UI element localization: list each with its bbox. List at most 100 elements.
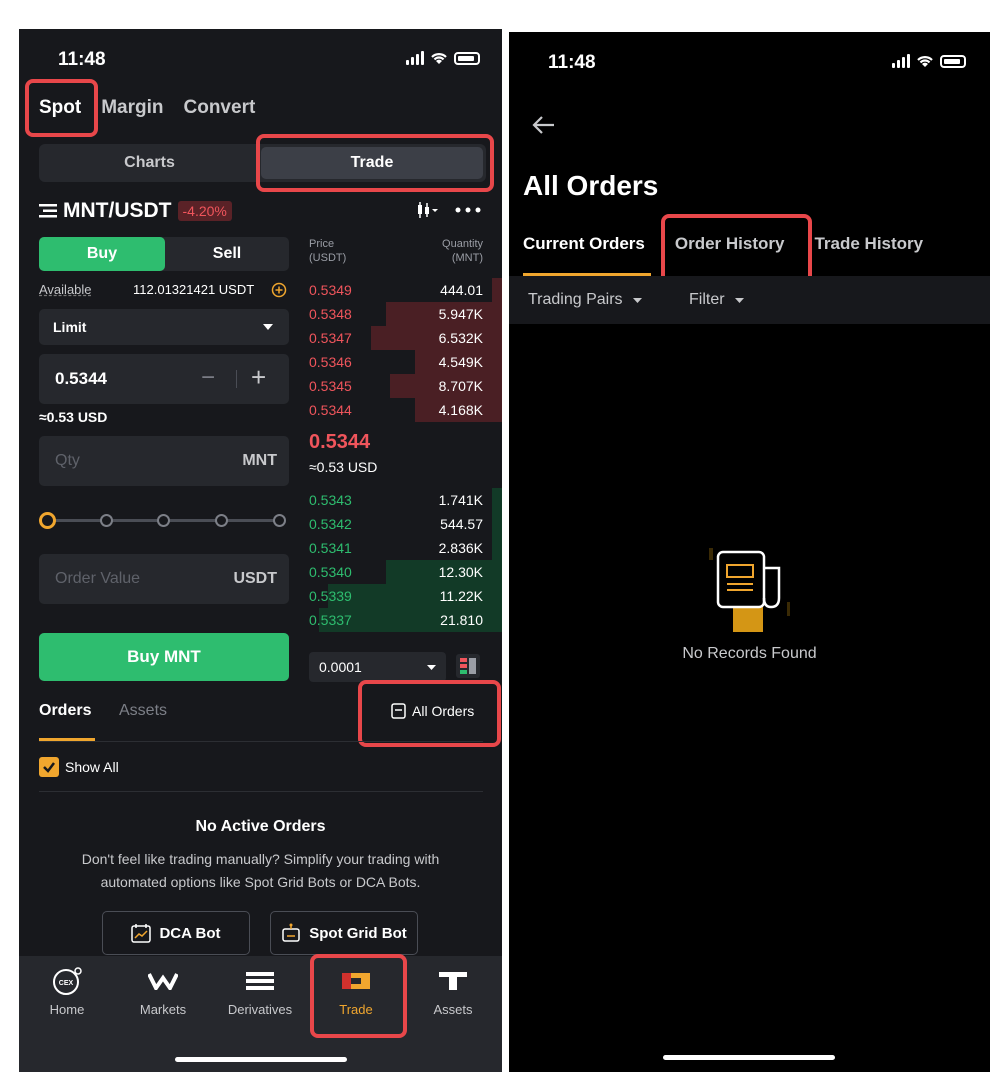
show-all-checkbox[interactable]: Show All	[39, 757, 119, 777]
tab-home[interactable]: CEX Home	[22, 966, 112, 1017]
qty-unit: MNT	[242, 452, 277, 469]
tab-order-history[interactable]: Order History	[675, 234, 785, 254]
empty-description-2: automated options like Spot Grid Bots or…	[100, 874, 421, 890]
bottom-tab-bar: CEX Home Markets Derivatives Trade Asset…	[19, 956, 502, 1072]
robot-icon	[282, 923, 300, 942]
row-price: 0.5343	[309, 492, 352, 508]
price-unit: (USDT)	[309, 252, 347, 264]
buy-mnt-button[interactable]: Buy MNT	[39, 633, 289, 681]
buy-sell-toggle: Buy Sell	[39, 237, 289, 271]
row-quantity: 444.01	[440, 282, 483, 298]
row-price: 0.5347	[309, 330, 352, 346]
chevron-down-icon	[734, 297, 744, 303]
tab-markets[interactable]: Markets	[118, 966, 208, 1017]
status-bar: 11:48	[19, 29, 502, 89]
row-quantity: 544.57	[440, 516, 483, 532]
row-price: 0.5349	[309, 282, 352, 298]
row-price: 0.5348	[309, 306, 352, 322]
order-type-value: Limit	[53, 319, 87, 335]
tab-assets[interactable]: Assets	[119, 702, 167, 720]
more-icon[interactable]	[455, 207, 481, 213]
empty-receipt-icon	[709, 548, 790, 632]
tab-spot[interactable]: Spot	[39, 97, 81, 119]
depth-bar	[492, 536, 502, 560]
price-value: 0.5344	[55, 369, 107, 388]
bid-row[interactable]: 0.5339 11.22K	[309, 584, 502, 608]
ask-row[interactable]: 0.5346 4.549K	[309, 350, 502, 374]
orderbook-layout-icon[interactable]	[456, 654, 480, 678]
bid-row[interactable]: 0.5342 544.57	[309, 512, 502, 536]
bid-row[interactable]: 0.5341 2.836K	[309, 536, 502, 560]
all-orders-label: All Orders	[412, 703, 475, 719]
change-badge: -4.20%	[177, 201, 232, 221]
document-icon	[391, 703, 406, 719]
charts-toggle[interactable]: Charts	[42, 147, 257, 179]
depth-bar	[492, 488, 502, 512]
increase-price-button[interactable]: +	[251, 362, 266, 393]
battery-icon	[454, 51, 480, 65]
tab-derivatives[interactable]: Derivatives	[215, 966, 305, 1017]
check-icon	[39, 757, 59, 777]
mid-price: 0.5344	[309, 431, 371, 453]
tab-trade-history[interactable]: Trade History	[814, 234, 923, 254]
tab-orders[interactable]: Orders	[39, 702, 91, 720]
sell-tab[interactable]: Sell	[165, 237, 289, 271]
row-quantity: 6.532K	[438, 330, 483, 346]
quantity-input[interactable]: Qty MNT	[39, 436, 289, 486]
ask-row[interactable]: 0.5348 5.947K	[309, 302, 502, 326]
dca-bot-button[interactable]: DCA Bot	[102, 911, 250, 955]
ask-row[interactable]: 0.5349 444.01	[309, 278, 502, 302]
status-bar: 11:48	[509, 32, 990, 92]
chevron-down-icon	[427, 665, 436, 670]
row-quantity: 5.947K	[438, 306, 483, 322]
add-funds-icon[interactable]	[271, 282, 287, 298]
precision-select[interactable]: 0.0001	[309, 652, 446, 682]
wifi-icon	[917, 56, 933, 67]
row-price: 0.5340	[309, 564, 352, 580]
row-quantity: 4.168K	[438, 402, 483, 418]
tab-convert[interactable]: Convert	[184, 97, 256, 119]
menu-icon	[39, 204, 57, 218]
order-value-placeholder: Order Value	[55, 570, 141, 587]
signal-icon	[892, 54, 910, 68]
tab-current-orders[interactable]: Current Orders	[523, 234, 645, 254]
cex-logo-text: CEX	[59, 980, 74, 987]
order-value-unit: USDT	[233, 570, 277, 587]
bid-list: 0.5343 1.741K 0.5342 544.57 0.5341 2.836K 0.53…	[309, 488, 502, 632]
trade-toggle[interactable]: Trade	[261, 147, 483, 179]
ask-row[interactable]: 0.5345 8.707K	[309, 374, 502, 398]
tab-trade[interactable]: Trade	[311, 966, 401, 1017]
decrease-price-button[interactable]: −	[201, 364, 215, 392]
slider-handle[interactable]	[39, 512, 56, 529]
amount-slider[interactable]	[39, 511, 289, 529]
trading-pairs-filter[interactable]: Trading Pairs	[528, 291, 642, 309]
show-all-label: Show All	[65, 759, 119, 775]
precision-value: 0.0001	[319, 659, 362, 675]
order-type-select[interactable]: Limit	[39, 309, 289, 345]
spot-grid-bot-button[interactable]: Spot Grid Bot	[270, 911, 418, 955]
bid-row[interactable]: 0.5337 21.810	[309, 608, 502, 632]
candle-chart-icon[interactable]	[416, 201, 438, 219]
depth-bar	[492, 278, 502, 302]
price-input[interactable]: 0.5344 − +	[39, 354, 289, 404]
pair-header[interactable]: MNT/USDT -4.20%	[39, 199, 232, 223]
mid-price-usd: ≈0.53 USD	[309, 459, 378, 475]
wifi-icon	[431, 53, 447, 64]
available-label[interactable]: Available	[39, 282, 92, 297]
order-value-input[interactable]: Order Value USDT	[39, 554, 289, 604]
status-time: 11:48	[548, 52, 596, 73]
tab-home-label: Home	[49, 1002, 85, 1017]
tab-margin[interactable]: Margin	[101, 97, 163, 119]
ask-row[interactable]: 0.5347 6.532K	[309, 326, 502, 350]
bid-row[interactable]: 0.5340 12.30K	[309, 560, 502, 584]
back-arrow-icon[interactable]	[531, 115, 555, 135]
row-price: 0.5345	[309, 378, 352, 394]
tab-assets-nav[interactable]: Assets	[408, 966, 498, 1017]
ask-row[interactable]: 0.5344 4.168K	[309, 398, 502, 422]
all-orders-button[interactable]: All Orders	[391, 703, 474, 719]
row-price: 0.5341	[309, 540, 352, 556]
empty-state-text: No Records Found	[682, 645, 817, 662]
bid-row[interactable]: 0.5343 1.741K	[309, 488, 502, 512]
buy-tab[interactable]: Buy	[39, 237, 165, 271]
filter-dropdown[interactable]: Filter	[689, 291, 744, 309]
